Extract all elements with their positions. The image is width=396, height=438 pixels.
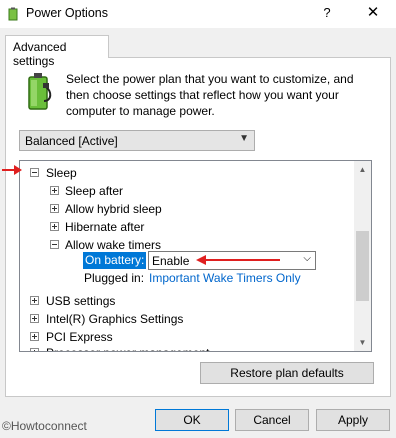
- tree-item-label: Sleep: [46, 166, 77, 180]
- ok-button[interactable]: OK: [155, 409, 229, 431]
- chevron-down-icon: ⌵: [303, 253, 311, 264]
- scroll-down-arrow-icon[interactable]: ▼: [354, 334, 371, 351]
- on-battery-select[interactable]: Enable ⌵: [148, 251, 316, 270]
- scroll-thumb[interactable]: [356, 231, 369, 301]
- power-plan-select[interactable]: Balanced [Active] ▼: [19, 130, 255, 151]
- expand-icon[interactable]: [50, 186, 59, 195]
- power-plan-value: Balanced [Active]: [25, 134, 118, 148]
- tree-item-label: USB settings: [46, 294, 116, 308]
- tree-item-label: Allow hybrid sleep: [65, 202, 162, 216]
- on-battery-value: Enable: [152, 254, 190, 268]
- chevron-down-icon: ▼: [239, 133, 249, 144]
- cancel-button[interactable]: Cancel: [235, 409, 309, 431]
- plugged-in-label: Plugged in:: [84, 271, 145, 285]
- tab-advanced-settings[interactable]: Advanced settings: [5, 35, 109, 68]
- apply-button[interactable]: Apply: [316, 409, 390, 431]
- scroll-up-arrow-icon[interactable]: ▲: [354, 161, 371, 178]
- close-button[interactable]: ✕: [358, 2, 388, 24]
- tree-scrollbar[interactable]: ▲ ▼: [354, 161, 371, 351]
- collapse-icon[interactable]: [50, 240, 59, 249]
- title-bar: Power Options ? ✕: [0, 0, 396, 28]
- expand-icon[interactable]: [30, 296, 39, 305]
- window-title: Power Options: [26, 6, 108, 20]
- battery-plug-icon: [28, 73, 52, 110]
- tree-item-label: Intel(R) Graphics Settings: [46, 312, 184, 326]
- expand-icon[interactable]: [30, 348, 39, 351]
- expand-icon[interactable]: [50, 222, 59, 231]
- tab-label: Advanced settings: [13, 40, 67, 68]
- collapse-icon[interactable]: [30, 168, 39, 177]
- tree-item-label: Hibernate after: [65, 220, 145, 234]
- expand-icon[interactable]: [30, 314, 39, 323]
- expand-icon[interactable]: [50, 204, 59, 213]
- on-battery-label: On battery:: [83, 252, 147, 269]
- power-options-icon: [8, 7, 18, 21]
- restore-plan-defaults-button[interactable]: Restore plan defaults: [200, 362, 374, 384]
- tree-item-label: Sleep after: [65, 184, 124, 198]
- tree-item-label: Processor power management: [46, 344, 209, 351]
- help-button[interactable]: ?: [312, 2, 342, 24]
- expand-icon[interactable]: [30, 332, 39, 341]
- plan-description: Select the power plan that you want to c…: [66, 72, 354, 118]
- plugged-in-value-link[interactable]: Important Wake Timers Only: [149, 270, 301, 287]
- watermark: ©Howtoconnect: [2, 419, 87, 433]
